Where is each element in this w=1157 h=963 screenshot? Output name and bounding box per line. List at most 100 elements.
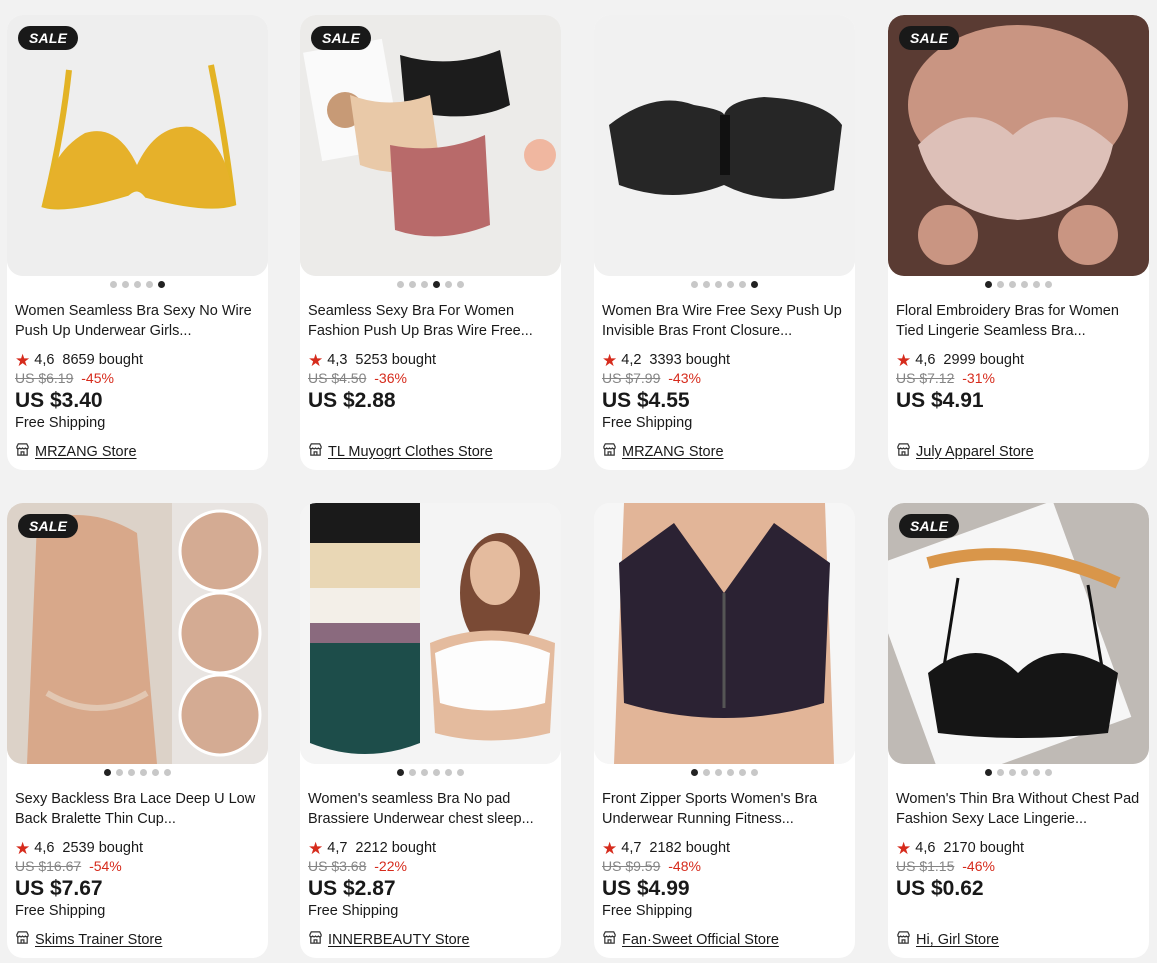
product-title[interactable]: Seamless Sexy Bra For Women Fashion Push…: [308, 301, 554, 341]
carousel-dot[interactable]: [985, 281, 992, 288]
carousel-dot[interactable]: [122, 281, 129, 288]
original-price-row: US $6.19 -45%: [15, 370, 114, 387]
carousel-dot[interactable]: [1009, 769, 1016, 776]
store-link[interactable]: MRZANG Store: [15, 442, 137, 463]
carousel-dot[interactable]: [116, 769, 123, 776]
carousel-dot[interactable]: [997, 281, 1004, 288]
product-card[interactable]: SALE Sexy Backless Bra Lace Deep U Low B…: [7, 503, 268, 958]
image-carousel-dots: [300, 769, 561, 776]
carousel-dot[interactable]: [104, 769, 111, 776]
store-icon: [308, 442, 328, 463]
carousel-dot[interactable]: [152, 769, 159, 776]
carousel-dot[interactable]: [1045, 769, 1052, 776]
carousel-dot[interactable]: [739, 281, 746, 288]
store-link[interactable]: Hi, Girl Store: [896, 930, 999, 951]
product-title[interactable]: Women's seamless Bra No pad Brassiere Un…: [308, 789, 554, 829]
carousel-dot[interactable]: [397, 769, 404, 776]
original-price-row: US $1.15 -46%: [896, 858, 995, 875]
rating-value: 4,6: [34, 352, 55, 368]
store-link[interactable]: INNERBEAUTY Store: [308, 930, 470, 951]
store-name[interactable]: Hi, Girl Store: [916, 931, 999, 950]
carousel-dot[interactable]: [421, 769, 428, 776]
product-image[interactable]: SALE: [300, 15, 561, 276]
product-card[interactable]: Front Zipper Sports Women's Bra Underwea…: [594, 503, 855, 958]
store-name[interactable]: TL Muyogrt Clothes Store: [328, 443, 493, 462]
carousel-dot[interactable]: [158, 281, 165, 288]
carousel-dot[interactable]: [397, 281, 404, 288]
carousel-dot[interactable]: [1021, 769, 1028, 776]
product-image[interactable]: SALE: [888, 503, 1149, 764]
carousel-dot[interactable]: [128, 769, 135, 776]
product-card[interactable]: SALE Floral Embroidery Bras for Women Ti…: [888, 15, 1149, 470]
carousel-dot[interactable]: [433, 769, 440, 776]
carousel-dot[interactable]: [727, 769, 734, 776]
carousel-dot[interactable]: [739, 769, 746, 776]
store-link[interactable]: Fan·Sweet Official Store: [602, 930, 779, 951]
store-link[interactable]: Skims Trainer Store: [15, 930, 162, 951]
product-image[interactable]: [300, 503, 561, 764]
discount-percent: -45%: [81, 370, 114, 386]
product-card[interactable]: Women's seamless Bra No pad Brassiere Un…: [300, 503, 561, 958]
product-card[interactable]: Women Bra Wire Free Sexy Push Up Invisib…: [594, 15, 855, 470]
carousel-dot[interactable]: [457, 769, 464, 776]
product-photo: [594, 15, 855, 276]
star-icon: ★: [602, 838, 618, 858]
carousel-dot[interactable]: [715, 281, 722, 288]
carousel-dot[interactable]: [1033, 769, 1040, 776]
carousel-dot[interactable]: [703, 769, 710, 776]
carousel-dot[interactable]: [691, 769, 698, 776]
carousel-dot[interactable]: [134, 281, 141, 288]
carousel-dot[interactable]: [421, 281, 428, 288]
store-name[interactable]: July Apparel Store: [916, 443, 1034, 462]
product-title[interactable]: Women's Thin Bra Without Chest Pad Fashi…: [896, 789, 1142, 829]
carousel-dot[interactable]: [715, 769, 722, 776]
carousel-dot[interactable]: [997, 769, 1004, 776]
product-image[interactable]: SALE: [7, 503, 268, 764]
carousel-dot[interactable]: [110, 281, 117, 288]
store-name[interactable]: Skims Trainer Store: [35, 931, 162, 950]
carousel-dot[interactable]: [445, 281, 452, 288]
store-name[interactable]: INNERBEAUTY Store: [328, 931, 470, 950]
product-title[interactable]: Front Zipper Sports Women's Bra Underwea…: [602, 789, 848, 829]
carousel-dot[interactable]: [1021, 281, 1028, 288]
product-image[interactable]: [594, 503, 855, 764]
image-carousel-dots: [594, 769, 855, 776]
product-title[interactable]: Women Bra Wire Free Sexy Push Up Invisib…: [602, 301, 848, 341]
carousel-dot[interactable]: [409, 769, 416, 776]
carousel-dot[interactable]: [1045, 281, 1052, 288]
carousel-dot[interactable]: [140, 769, 147, 776]
carousel-dot[interactable]: [751, 281, 758, 288]
store-name[interactable]: MRZANG Store: [35, 443, 137, 462]
carousel-dot[interactable]: [433, 281, 440, 288]
carousel-dot[interactable]: [703, 281, 710, 288]
carousel-dot[interactable]: [457, 281, 464, 288]
product-card[interactable]: SALE Women's Thin Bra Without Chest Pad …: [888, 503, 1149, 958]
product-image[interactable]: SALE: [7, 15, 268, 276]
store-link[interactable]: TL Muyogrt Clothes Store: [308, 442, 493, 463]
store-icon: [896, 442, 916, 463]
store-link[interactable]: MRZANG Store: [602, 442, 724, 463]
product-title[interactable]: Women Seamless Bra Sexy No Wire Push Up …: [15, 301, 261, 341]
store-link[interactable]: July Apparel Store: [896, 442, 1034, 463]
original-price-row: US $7.99 -43%: [602, 370, 701, 387]
carousel-dot[interactable]: [985, 769, 992, 776]
carousel-dot[interactable]: [727, 281, 734, 288]
carousel-dot[interactable]: [445, 769, 452, 776]
carousel-dot[interactable]: [751, 769, 758, 776]
carousel-dot[interactable]: [164, 769, 171, 776]
product-card[interactable]: SALE Seamless Sexy Bra For Women Fashion…: [300, 15, 561, 470]
star-icon: ★: [896, 838, 912, 858]
carousel-dot[interactable]: [409, 281, 416, 288]
carousel-dot[interactable]: [1033, 281, 1040, 288]
original-price-row: US $7.12 -31%: [896, 370, 995, 387]
product-title[interactable]: Floral Embroidery Bras for Women Tied Li…: [896, 301, 1142, 341]
product-title[interactable]: Sexy Backless Bra Lace Deep U Low Back B…: [15, 789, 261, 829]
store-name[interactable]: Fan·Sweet Official Store: [622, 931, 779, 950]
carousel-dot[interactable]: [146, 281, 153, 288]
store-name[interactable]: MRZANG Store: [622, 443, 724, 462]
product-image[interactable]: SALE: [888, 15, 1149, 276]
product-card[interactable]: SALE Women Seamless Bra Sexy No Wire Pus…: [7, 15, 268, 470]
product-image[interactable]: [594, 15, 855, 276]
carousel-dot[interactable]: [1009, 281, 1016, 288]
carousel-dot[interactable]: [691, 281, 698, 288]
